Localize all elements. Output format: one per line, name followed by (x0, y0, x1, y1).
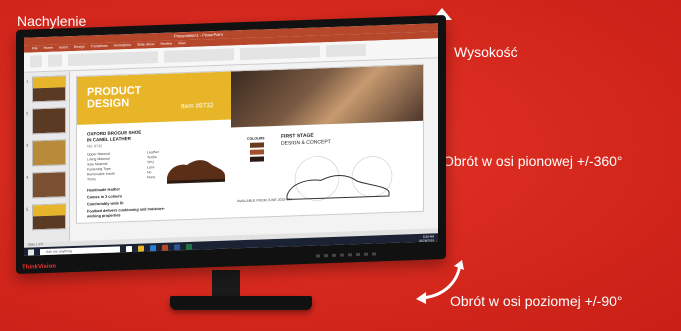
monitor-stand-base (170, 296, 312, 310)
control-buttons[interactable] (316, 252, 376, 258)
product-subhead: OXFORD BROGUE SHOE IN CAMEL LEATHER (87, 129, 142, 143)
spec-value: No (147, 170, 152, 175)
colour-swatch (250, 149, 264, 155)
spec-key: Upper Material (87, 151, 110, 157)
product-ref: NO. 8732 (87, 143, 102, 149)
spec-key: Removable Insole (87, 171, 116, 177)
title-block: PRODUCT DESIGN Item #8732 (77, 71, 231, 125)
shoe-sketch (286, 156, 393, 201)
spec-value: Lace (147, 165, 155, 170)
feature-bullet: Handmade leather (87, 187, 120, 193)
spec-value: Textile (147, 155, 157, 160)
thumbnail-slide[interactable] (32, 107, 66, 135)
slide-title: PRODUCT DESIGN (87, 84, 142, 111)
thumbnail-slide[interactable] (32, 203, 66, 231)
thumbnail-slide[interactable] (32, 171, 66, 199)
colour-swatch (250, 156, 264, 162)
shoe-image (167, 160, 225, 184)
craftsman-photo (231, 64, 424, 128)
slide-counter: Slide 1 of 5 (28, 242, 44, 247)
spec-key: Sole Material (87, 161, 108, 167)
item-number: Item #8732 (181, 102, 214, 111)
colour-swatch (250, 142, 264, 148)
spec-value: Leather (147, 150, 159, 155)
spec-value: None (147, 175, 156, 180)
new-slide-button[interactable] (48, 54, 62, 67)
spec-value: TPU (147, 160, 154, 165)
feature-bullet: Comfortably wide fit (87, 201, 124, 207)
swivel-label: Obrót w osi poziomej +/-90° (450, 293, 623, 309)
feature-bullet: Footbed delivers cushioning and moisture… (87, 206, 165, 219)
screen: Presentation1 - PowerPoint File Home Ins… (24, 23, 438, 256)
spec-key: Trims (87, 177, 96, 182)
tilt-label: Nachylenie (17, 13, 87, 29)
drawing-group[interactable] (240, 45, 320, 61)
font-group[interactable] (68, 51, 158, 67)
thumbnail-slide[interactable] (32, 75, 66, 103)
thumbnail-slide[interactable] (32, 139, 66, 167)
slide-thumbnails: 1 2 3 4 5 (24, 71, 70, 243)
paragraph-group[interactable] (164, 48, 234, 63)
feature-bullet: Comes in 3 colours (87, 194, 123, 200)
paste-button[interactable] (30, 55, 42, 68)
pivot-label: Obrót w osi pionowej +/-360° (443, 153, 623, 169)
monitor: Presentation1 - PowerPoint File Home Ins… (16, 14, 446, 274)
colours-label: COLOURS (247, 136, 265, 141)
brand-logo: ThinkVision (22, 263, 56, 271)
first-stage-heading: FIRST STAGE DESIGN & CONCEPT (281, 132, 331, 147)
window-title: Presentation1 - PowerPoint (174, 31, 223, 39)
editing-group[interactable] (326, 43, 366, 58)
height-label: Wysokość (454, 44, 518, 60)
spec-key: Lining Material (87, 156, 110, 162)
slide-canvas[interactable]: PRODUCT DESIGN Item #8732 OXFORD BROGUE … (76, 63, 424, 224)
